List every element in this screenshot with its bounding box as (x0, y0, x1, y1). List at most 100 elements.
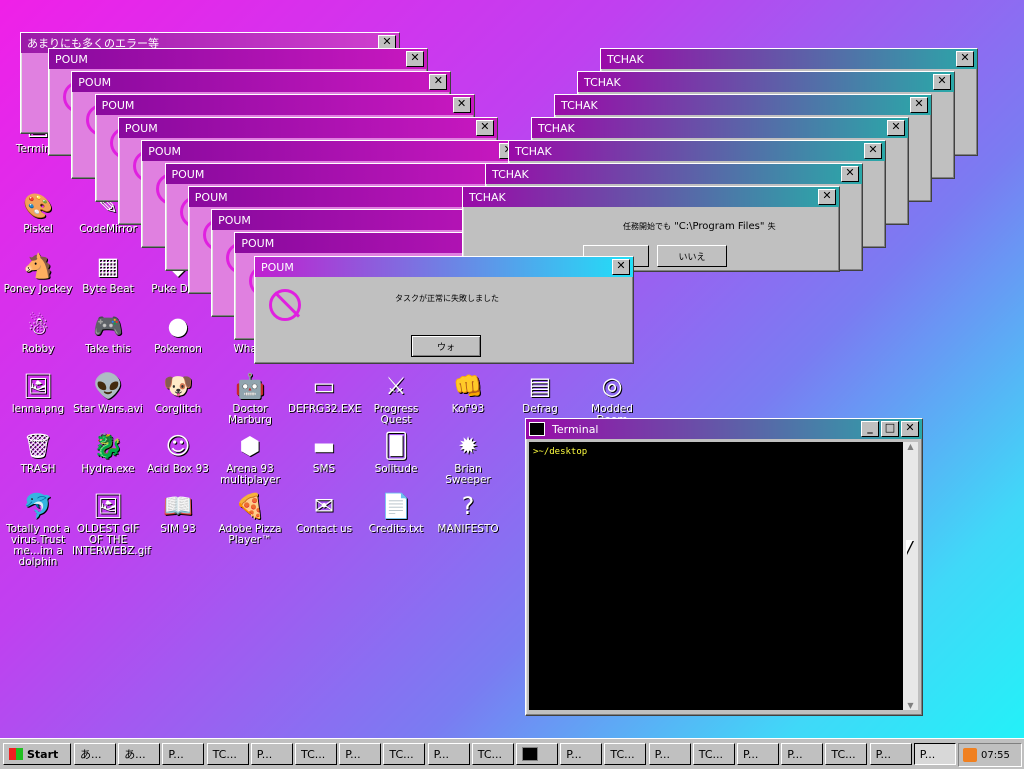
scroll-down-icon[interactable]: ▼ (903, 701, 918, 710)
terminal-scrollbar[interactable]: ▲ ▼ (903, 442, 918, 710)
desktop-icon-label: Corglitch (154, 403, 202, 415)
scroll-up-icon[interactable]: ▲ (903, 442, 918, 451)
window-title: TCHAK (515, 144, 552, 158)
desktop-icon-label: Piskel (23, 223, 53, 235)
desktop-icon-manifesto[interactable]: ? MANIFESTO (432, 490, 504, 535)
brian-icon: ✹ (457, 431, 479, 460)
desktop-icon-defrag[interactable]: ▤ Defrag (504, 370, 576, 415)
desktop-icon-robby[interactable]: ☃ Robby (2, 310, 74, 355)
taskbar-item[interactable]: TC... (383, 743, 426, 765)
close-icon[interactable]: ✕ (818, 189, 836, 205)
desktop-icon-hydra[interactable]: 🐉 Hydra.exe (72, 430, 144, 475)
taskbar-item[interactable]: P... (162, 743, 205, 765)
trash-icon: 🗑 (22, 431, 54, 460)
taskbar-item[interactable]: TC... (604, 743, 647, 765)
desktop-icon-label: Kof'93 (451, 403, 485, 415)
desktop-icon-brian[interactable]: ✹ Brian Sweeper (432, 430, 504, 486)
credits-icon: 📄 (381, 491, 411, 520)
desktop-icon-trash[interactable]: 🗑 TRASH (2, 430, 74, 475)
close-icon[interactable]: ✕ (841, 166, 859, 182)
takethis-icon: 🎮 (93, 311, 123, 340)
taskbar-item[interactable]: P... (869, 743, 912, 765)
desktop-icon-corglitch[interactable]: 🐶 Corglitch (142, 370, 214, 415)
close-icon[interactable]: ✕ (612, 259, 630, 275)
desktop-icon-contact[interactable]: ✉ Contact us (288, 490, 360, 535)
rss-icon[interactable] (963, 748, 977, 762)
taskbar-item[interactable]: P... (913, 743, 956, 765)
taskbar-item[interactable]: P... (737, 743, 779, 765)
dolphin-icon: 🐬 (23, 491, 53, 520)
close-icon[interactable]: ✕ (864, 143, 882, 159)
desktop-icon-docmarburg[interactable]: 🤖 Doctor Marburg (214, 370, 286, 426)
desktop-icon-defrag32[interactable]: ▭ DEFRG32.EXE (288, 370, 361, 415)
desktop-icon-bytebeat[interactable]: ▦ Byte Beat (72, 250, 144, 295)
taskbar-item[interactable]: P... (781, 743, 824, 765)
close-icon[interactable]: ✕ (933, 74, 951, 90)
desktop-icon-credits[interactable]: 📄 Credits.txt (360, 490, 432, 535)
taskbar-item[interactable]: P... (560, 743, 603, 765)
taskbar-item[interactable]: P... (250, 743, 293, 765)
docmarburg-icon: 🤖 (235, 371, 265, 400)
close-icon[interactable]: ✕ (887, 120, 905, 136)
desktop-icon-takethis[interactable]: 🎮 Take this (72, 310, 144, 355)
desktop-icon-acidbox[interactable]: ☺ Acid Box 93 (142, 430, 214, 475)
close-icon[interactable]: ✕ (429, 74, 448, 90)
window-title: TCHAK (538, 121, 575, 135)
desktop-icon-sms[interactable]: ▬ SMS (288, 430, 360, 475)
taskbar-item[interactable]: P... (427, 743, 470, 765)
taskbar-item[interactable]: P... (339, 743, 382, 765)
desktop-icon-poney[interactable]: 🐴 Poney Jockey (2, 250, 74, 295)
desktop-icon-label: Defrag (522, 403, 558, 415)
desktop-icon-label: Credits.txt (368, 523, 424, 535)
desktop-icon-label: SIM 93 (160, 523, 196, 535)
desktop-icon-label: Adobe Pizza Player™ (218, 523, 282, 546)
no-button[interactable]: いいえ (657, 245, 727, 267)
poum-window-front[interactable]: POUM ✕ タスクが正常に失敗しました ウォ (254, 256, 634, 364)
close-icon[interactable]: ✕ (452, 97, 471, 113)
desktop-icon-piskel[interactable]: 🎨 Piskel (2, 190, 74, 235)
taskbar-item[interactable]: TC... (825, 743, 868, 765)
desktop-icon-starwars[interactable]: 👽 Star Wars.avi (72, 370, 144, 415)
ok-button[interactable]: ウォ (411, 335, 481, 357)
desktop-icon-pokemon[interactable]: ● Pokemon (142, 310, 214, 355)
desktop-icon-label: Star Wars.avi (73, 403, 143, 415)
terminal-prompt: >~/desktop (533, 447, 588, 457)
kof93-icon: 👊 (453, 371, 483, 400)
pokemon-icon: ● (167, 311, 189, 340)
minimize-icon[interactable]: _ (861, 421, 879, 437)
taskbar-item[interactable]: あ... (74, 743, 116, 765)
desktop-icon-dolphin[interactable]: 🐬 Totally not a virus.Trust me...im a dol… (2, 490, 74, 568)
taskbar: Start あ... あ... P... TC... P... TC... P... TC..… (0, 738, 1024, 769)
start-button[interactable]: Start (3, 743, 71, 765)
close-icon[interactable]: ✕ (475, 120, 494, 136)
close-icon[interactable]: ✕ (910, 97, 928, 113)
taskbar-item[interactable]: P... (648, 743, 691, 765)
taskbar-item[interactable]: TC... (471, 743, 514, 765)
desktop-icon-arena[interactable]: ⬢ Arena 93 multiplayer (214, 430, 286, 486)
taskbar-item[interactable]: あ... (118, 743, 161, 765)
taskbar-item[interactable]: TC... (295, 743, 337, 765)
desktop-icon-pizza[interactable]: 🍕 Adobe Pizza Player™ (214, 490, 286, 546)
solitude-icon: 🂠 (383, 431, 409, 460)
taskbar-item[interactable]: TC... (206, 743, 249, 765)
hydra-icon: 🐉 (93, 431, 123, 460)
desktop-icon-oldestgif[interactable]: 🖼 OLDEST GIF OF THE INTERWEBZ.gif (72, 490, 151, 557)
mouse-cursor-icon (906, 540, 913, 554)
taskbar-item[interactable]: TC... (692, 743, 735, 765)
taskbar-item[interactable] (516, 743, 558, 765)
windows-logo-icon (9, 748, 23, 760)
poney-icon: 🐴 (23, 251, 53, 280)
close-icon[interactable]: ✕ (406, 51, 424, 67)
desktop-icon-progquest[interactable]: ⚔ Progress Quest (360, 370, 432, 426)
desktop-icon-sim93[interactable]: 📖 SIM 93 (142, 490, 214, 535)
close-icon[interactable]: ✕ (956, 51, 974, 67)
desktop-icon-lenna[interactable]: 🖼 lenna.png (2, 370, 74, 415)
terminal-window[interactable]: Terminal _ □ ✕ >~/desktop ▲ ▼ (525, 418, 923, 716)
clock: 07:55 (981, 749, 1010, 761)
desktop-icon-solitude[interactable]: 🂠 Solitude (360, 430, 432, 475)
close-icon[interactable]: ✕ (901, 421, 919, 437)
maximize-icon[interactable]: □ (881, 421, 899, 437)
desktop-icon-kof93[interactable]: 👊 Kof'93 (432, 370, 504, 415)
terminal-body[interactable]: >~/desktop (529, 442, 903, 710)
window-title: TCHAK (492, 167, 529, 181)
